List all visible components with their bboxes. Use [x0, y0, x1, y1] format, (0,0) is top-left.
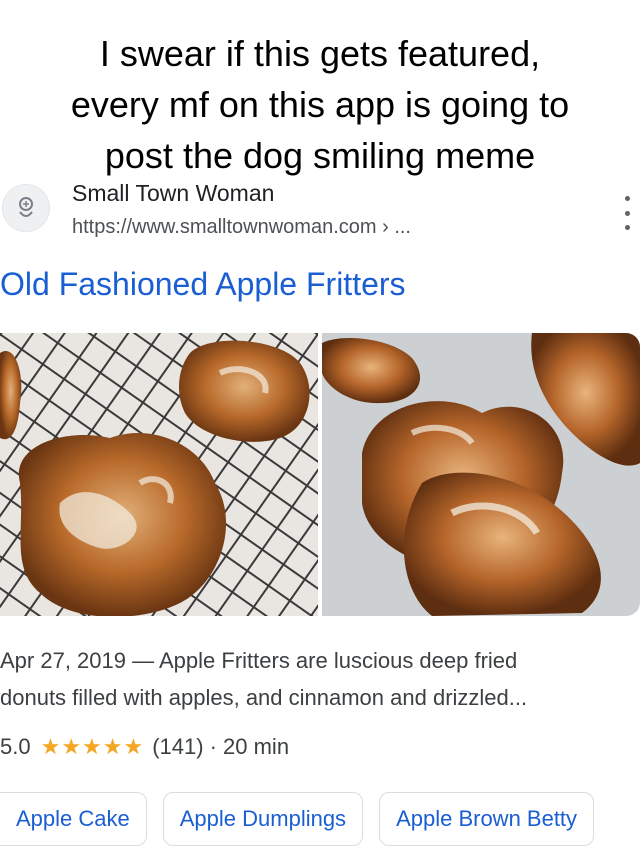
result-title-link[interactable]: Old Fashioned Apple Fritters — [0, 266, 406, 303]
chip-apple-cake[interactable]: Apple Cake — [0, 792, 147, 846]
apple-fritters-on-cooling-rack-photo[interactable] — [0, 333, 318, 616]
result-snippet: Apr 27, 2019 — Apple Fritters are luscio… — [0, 642, 632, 716]
caption-line-2: every mf on this app is going to — [70, 84, 570, 125]
snippet-line-2: donuts filled with apples, and cinnamon … — [0, 685, 528, 710]
cook-time: · 20 min — [209, 734, 290, 759]
caption-line-1: I swear if this gets featured, — [99, 33, 541, 74]
chip-apple-brown-betty[interactable]: Apple Brown Betty — [379, 792, 595, 846]
more-options-icon[interactable] — [618, 196, 636, 230]
source-site-name[interactable]: Small Town Woman — [72, 180, 274, 207]
meme-caption: I swear if this gets featured, every mf … — [0, 28, 640, 181]
source-url[interactable]: https://www.smalltownwoman.com › ... — [72, 216, 411, 239]
rating-value: 5.0 — [0, 734, 31, 759]
chip-apple-dumplings[interactable]: Apple Dumplings — [162, 792, 364, 846]
star-rating-icon: ★★★★★ — [40, 734, 145, 759]
snippet-line-1: Apr 27, 2019 — Apple Fritters are luscio… — [0, 648, 518, 673]
related-chips: Apple Cake Apple Dumplings Apple Brown B… — [0, 792, 610, 846]
glazed-apple-fritters-photo[interactable] — [322, 333, 640, 616]
caption-line-3: post the dog smiling meme — [104, 135, 536, 176]
rating-row: 5.0 ★★★★★ (141) · 20 min — [0, 734, 289, 760]
site-favicon-icon[interactable] — [2, 184, 50, 232]
review-count: (141) — [152, 734, 204, 759]
